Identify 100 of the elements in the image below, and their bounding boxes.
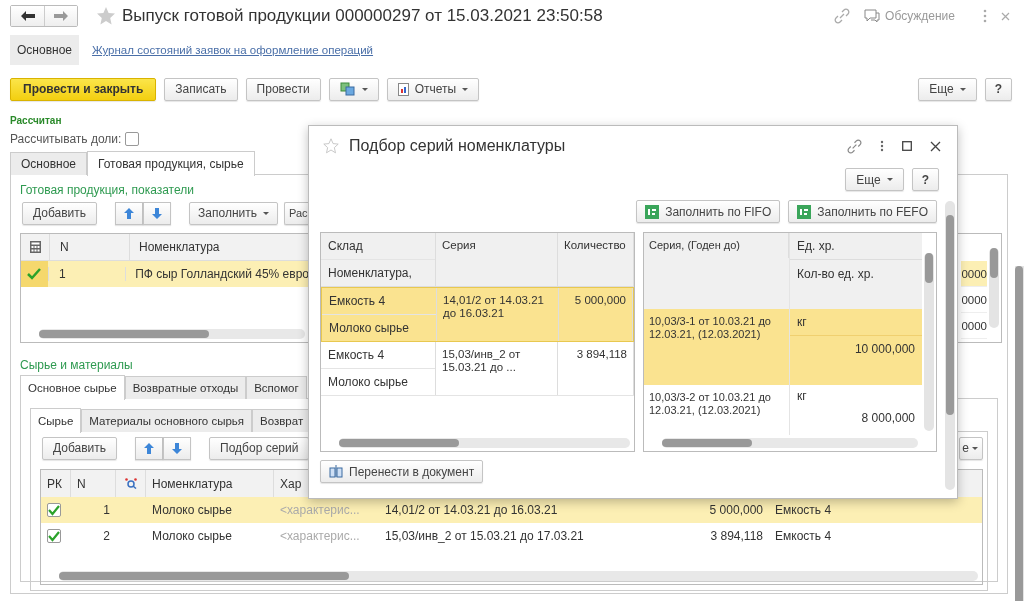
- tab[interactable]: Возвратные отходы: [124, 376, 247, 399]
- arrow-left-icon: [20, 11, 35, 21]
- toolbar-button[interactable]: Рас: [283, 201, 308, 225]
- help-button[interactable]: ?: [911, 168, 939, 191]
- horizontal-scrollbar[interactable]: [59, 571, 978, 581]
- more-menu-icon[interactable]: [880, 140, 884, 152]
- table-cell-text: 8 000,000: [860, 410, 916, 427]
- vertical-scrollbar[interactable]: [1015, 266, 1024, 601]
- pick-series-button[interactable]: Подбор серий: [209, 436, 310, 460]
- checkbox[interactable]: [125, 132, 140, 146]
- table-row[interactable]: 1 ПФ сыр Голландский 45% евро: [21, 261, 309, 287]
- move-up-button[interactable]: [135, 436, 164, 460]
- close-icon[interactable]: [930, 140, 941, 152]
- maximize-icon[interactable]: [902, 141, 912, 151]
- arrow-right-icon: [54, 11, 68, 21]
- table-cell: 0000: [961, 261, 987, 287]
- status-label: Рассчитан: [9, 114, 63, 126]
- checkbox[interactable]: [47, 503, 61, 517]
- section-tab[interactable]: Основное: [10, 35, 79, 65]
- table-row[interactable]: 2 Молоко сырье <характерис... 15,03/инв_2 от 15.03.21 до 17.03.21 3 894,118 Емкость 4: [41, 523, 982, 549]
- column-header[interactable]: Склад: [321, 233, 435, 259]
- group-title: Готовая продукция, показатели: [20, 183, 194, 197]
- move-down-button[interactable]: [163, 436, 192, 460]
- horizontal-scrollbar[interactable]: [339, 438, 630, 448]
- fill-fefo-button[interactable]: Заполнить по FEFO: [788, 200, 937, 223]
- table-cell-text: Емкость 4: [328, 293, 387, 310]
- tab[interactable]: Сырье: [30, 408, 82, 433]
- table-cell-text: 15,03/инв_2 от 15.03.21 до 17.03.21: [384, 528, 585, 545]
- tab[interactable]: Готовая продукция, сырье: [87, 151, 255, 176]
- checkbox[interactable]: [47, 529, 61, 543]
- more-menu-icon[interactable]: [983, 9, 987, 23]
- table-cell: 5 000,000: [559, 288, 633, 341]
- journal-link[interactable]: Журнал состояний заявок на оформление операций: [92, 44, 374, 56]
- star-icon[interactable]: [323, 138, 339, 154]
- more-button[interactable]: е: [959, 436, 983, 460]
- table-cell: 0000: [961, 287, 987, 313]
- table-cell-text: 14,01/2 от 14.03.21 до 16.03.21: [384, 502, 559, 519]
- column-header[interactable]: N: [49, 234, 129, 260]
- add-button[interactable]: Добавить: [22, 201, 98, 225]
- numbering-icon: [797, 204, 812, 219]
- vertical-scrollbar[interactable]: [945, 201, 955, 490]
- table-cell: 3 894,118: [558, 342, 634, 395]
- column-header[interactable]: Серия: [436, 233, 558, 286]
- link-icon[interactable]: [834, 8, 851, 24]
- dialog-title: Подбор серий номенклатуры: [349, 137, 566, 155]
- table-cell-text: Емкость 4: [774, 502, 833, 519]
- table-cell-text: Молоко сырье: [151, 528, 233, 545]
- table-cell-text: 2: [102, 528, 111, 545]
- tab[interactable]: Основное: [10, 152, 87, 175]
- column-header[interactable]: Серия, (Годен до): [644, 233, 789, 258]
- column-header[interactable]: Количество: [558, 233, 634, 286]
- documents-icon: [339, 82, 356, 96]
- chart-icon: [397, 82, 409, 96]
- vertical-scrollbar[interactable]: [989, 248, 999, 328]
- caret-icon: [262, 211, 269, 215]
- window-title: Выпуск готовой продукции 000000297 от 15.03.2021 23:50:58: [122, 6, 603, 26]
- table-row[interactable]: Емкость 4 Молоко сырье 14,01/2 от 14.03.21 до 16.03.21 5 000,000: [321, 287, 634, 342]
- vertical-scrollbar[interactable]: [924, 253, 934, 431]
- table-cell: Молоко сырье: [322, 314, 436, 341]
- add-button[interactable]: Добавить: [42, 436, 118, 460]
- tab[interactable]: Вспомог: [246, 376, 307, 399]
- reports-button[interactable]: Отчеты: [386, 77, 480, 101]
- move-up-button[interactable]: [115, 201, 144, 225]
- caret-icon: [462, 87, 469, 91]
- table-cell-text: 3 894,118: [709, 528, 764, 545]
- table-cell-text: 10,03/3-2 от 10.03.21 до 12.03.21, (12.03.2021): [648, 390, 772, 418]
- table-row[interactable]: 1 Молоко сырье <характерис... 14,01/2 от 14.03.21 до 16.03.21 5 000,000 Емкость 4: [41, 497, 982, 523]
- post-and-close-button[interactable]: Провести и закрыть: [10, 77, 157, 101]
- related-documents-button[interactable]: [328, 77, 379, 101]
- move-down-button[interactable]: [143, 201, 172, 225]
- numbering-icon: [645, 204, 660, 219]
- table-cell: 1: [47, 267, 126, 281]
- transfer-button[interactable]: Перенести в документ: [320, 460, 484, 483]
- save-button[interactable]: Записать: [164, 77, 238, 101]
- table-row[interactable]: Емкость 4 Молоко сырье 15,03/инв_2 от 15.03.21 до ... 3 894,118: [321, 342, 634, 396]
- table-cell: 15,03/инв_2 от 15.03.21 до ...: [436, 342, 558, 395]
- column-header[interactable]: Ед. хр.: [790, 233, 922, 259]
- fill-button[interactable]: Заполнить: [189, 201, 278, 225]
- table-row[interactable]: 10,03/3-1 от 10.03.21 до 12.03.21, (12.03.2021) кг 10 000,000: [644, 309, 922, 385]
- horizontal-scrollbar[interactable]: [662, 438, 918, 448]
- tab[interactable]: Основное сырье: [20, 375, 125, 400]
- arrow-down-icon: [172, 442, 183, 454]
- table-cell-text: кг: [796, 388, 808, 405]
- star-icon[interactable]: [96, 6, 116, 26]
- table-cell-text: Молоко сырье: [151, 502, 233, 519]
- back-button[interactable]: [11, 6, 44, 26]
- more-button[interactable]: Еще: [845, 168, 904, 191]
- help-button[interactable]: ?: [984, 77, 1012, 101]
- more-button[interactable]: Еще: [918, 77, 977, 101]
- caret-icon: [886, 178, 893, 181]
- table-row[interactable]: 10,03/3-2 от 10.03.21 до 12.03.21, (12.03.2021) кг 8 000,000: [644, 385, 922, 435]
- table-cell-text: 5 000,000: [708, 502, 764, 519]
- tab[interactable]: Материалы основного сырья: [81, 409, 253, 432]
- column-header[interactable]: Номенклатура,: [321, 259, 435, 286]
- arrow-down-icon: [152, 207, 163, 219]
- table-cell-text: 1: [102, 502, 111, 519]
- horizontal-scrollbar[interactable]: [39, 329, 305, 339]
- post-button[interactable]: Провести: [245, 77, 321, 101]
- link-icon[interactable]: [847, 138, 862, 154]
- fill-fifo-button[interactable]: Заполнить по FIFO: [636, 200, 781, 223]
